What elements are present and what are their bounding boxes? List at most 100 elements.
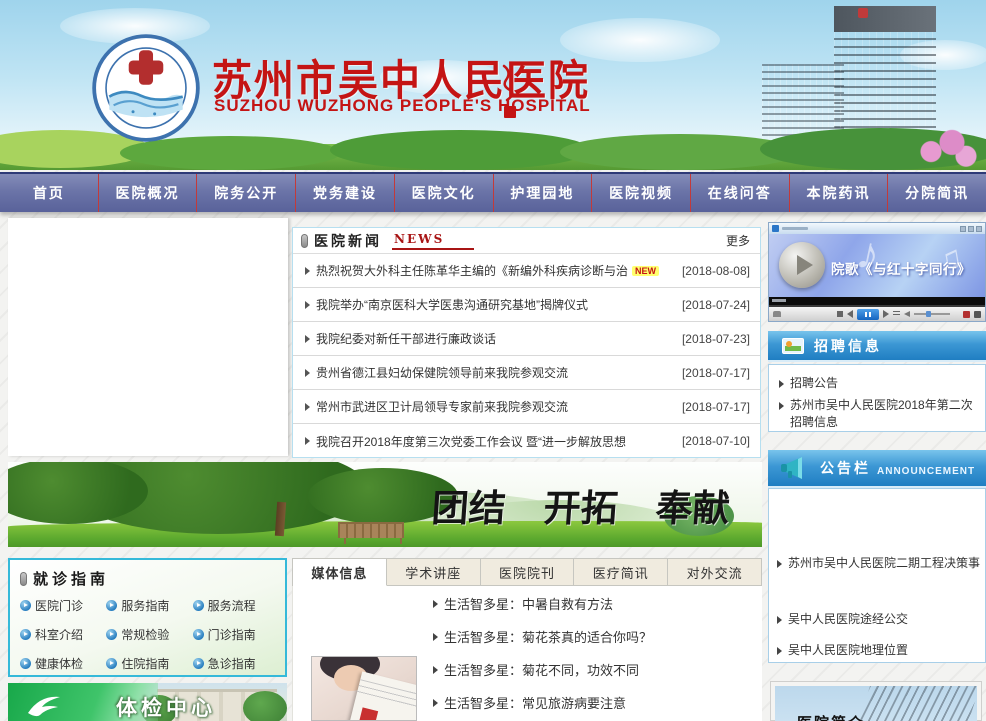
news-item[interactable]: 常州市武进区卫计局领导专家前来我院参观交流 [2018-07-17] — [293, 390, 760, 424]
arrow-bullet-icon — [779, 380, 784, 388]
nav-item-party[interactable]: 党务建设 — [296, 174, 395, 212]
visit-guide-links: 医院门诊 服务指南 服务流程 科室介绍 常规检验 门诊指南 健康体检 住院指南 … — [20, 597, 279, 672]
tab-media-info[interactable]: 媒体信息 — [293, 559, 387, 586]
guide-link[interactable]: 常规检验 — [106, 626, 192, 643]
media-article[interactable]: 生活智多星：中暑自救有方法 — [433, 594, 756, 613]
guide-link[interactable]: 急诊指南 — [193, 655, 279, 672]
announcement-panel: 苏州市吴中人民医院二期工程决策事 吴中人民医院途经公交 吴中人民医院地理位置 — [768, 488, 986, 663]
nav-item-affairs[interactable]: 院务公开 — [197, 174, 296, 212]
recruitment-panel: 招聘公告 苏州市吴中人民医院2018年第二次招聘信息 — [768, 364, 986, 432]
nav-item-video[interactable]: 医院视频 — [592, 174, 691, 212]
media-tab-content: 生活智多星：中暑自救有方法 生活智多星：菊花茶真的适合你吗？ 生活智多星：菊花不… — [292, 586, 762, 721]
news-date: [2018-07-17] — [674, 366, 750, 380]
recruitment-item[interactable]: 苏州市吴中人民医院2018年第二次招聘信息 — [779, 397, 977, 431]
news-date: [2018-07-24] — [674, 298, 750, 312]
media-article[interactable]: 生活智多星：常见旅游病要注意 — [433, 693, 756, 712]
bird-logo-icon — [24, 691, 64, 721]
hospital-name-en: SUZHOU WUZHONG PEOPLE'S HOSPITAL — [214, 96, 591, 116]
sphere-bullet-icon — [106, 658, 117, 669]
nav-item-branch[interactable]: 分院简讯 — [888, 174, 986, 212]
hospital-intro-card[interactable]: 医院简介 — [770, 681, 982, 721]
new-badge: NEW — [632, 266, 659, 276]
minimize-icon[interactable] — [960, 226, 966, 232]
sphere-bullet-icon — [20, 629, 31, 640]
favorite-icon[interactable] — [773, 311, 781, 317]
guide-link[interactable]: 医院门诊 — [20, 597, 106, 614]
announcement-header: 公告栏 ANNOUNCEMENT — [768, 450, 986, 488]
arrow-bullet-icon — [777, 647, 782, 655]
sphere-bullet-icon — [20, 658, 31, 669]
announcement-item[interactable]: 苏州市吴中人民医院二期工程决策事 — [777, 555, 981, 572]
arrow-bullet-icon — [433, 666, 438, 674]
news-item[interactable]: 我院召开2018年度第三次党委工作会议 暨“进一步解放思想 [2018-07-1… — [293, 424, 760, 458]
tab-exchange[interactable]: 对外交流 — [668, 559, 761, 585]
hospital-logo — [92, 34, 200, 142]
volume-icon[interactable] — [904, 311, 910, 317]
news-more-link[interactable]: 更多 — [726, 232, 750, 249]
recruitment-title: 招聘信息 — [814, 336, 882, 356]
stop-icon[interactable] — [837, 311, 843, 317]
nav-item-pharmacy[interactable]: 本院药讯 — [790, 174, 889, 212]
guide-link[interactable]: 门诊指南 — [193, 626, 279, 643]
volume-slider[interactable] — [914, 313, 950, 315]
sphere-bullet-icon — [193, 658, 204, 669]
sphere-bullet-icon — [106, 629, 117, 640]
video-caption: 院歌《与红十字同行》 — [831, 258, 971, 278]
guide-link[interactable]: 服务指南 — [106, 597, 192, 614]
close-icon[interactable] — [976, 226, 982, 232]
media-article-list: 生活智多星：中暑自救有方法 生活智多星：菊花茶真的适合你吗？ 生活智多星：菊花不… — [433, 594, 756, 712]
tab-lectures[interactable]: 学术讲座 — [387, 559, 481, 585]
slogan-text: 团结 开拓 奉献 — [432, 478, 730, 532]
hospital-intro-image: 医院简介 — [775, 686, 977, 721]
recruitment-icon — [782, 338, 804, 354]
arrow-bullet-icon — [305, 437, 310, 445]
next-icon[interactable] — [883, 310, 889, 318]
nav-item-culture[interactable]: 医院文化 — [395, 174, 494, 212]
play-button[interactable] — [779, 242, 825, 288]
news-item[interactable]: 我院举办“南京医科大学医患沟通研究基地”揭牌仪式 [2018-07-24] — [293, 288, 760, 322]
nav-item-qa[interactable]: 在线问答 — [691, 174, 790, 212]
tab-journal[interactable]: 医院院刊 — [481, 559, 575, 585]
media-photo — [311, 656, 417, 721]
left-banner-placeholder — [8, 218, 288, 456]
guide-link[interactable]: 住院指南 — [106, 655, 192, 672]
media-tabs: 媒体信息 学术讲座 医院院刊 医疗简讯 对外交流 — [292, 558, 762, 586]
tab-briefs[interactable]: 医疗简讯 — [574, 559, 668, 585]
news-item[interactable]: 贵州省德江县妇幼保健院领导前来我院参观交流 [2018-07-17] — [293, 356, 760, 390]
playlist-icon[interactable] — [893, 311, 900, 317]
media-article[interactable]: 生活智多星：菊花不同，功效不同 — [433, 660, 756, 679]
nav-item-nursing[interactable]: 护理园地 — [494, 174, 593, 212]
previous-icon[interactable] — [847, 310, 853, 318]
bench-decoration — [338, 522, 404, 538]
news-item[interactable]: 热烈祝贺大外科主任陈革华主编的《新编外科疾病诊断与治 NEW [2018-08-… — [293, 254, 760, 288]
pause-button[interactable] — [857, 309, 879, 320]
news-item[interactable]: 我院纪委对新任干部进行廉政谈话 [2018-07-23] — [293, 322, 760, 356]
arrow-bullet-icon — [779, 402, 784, 410]
arrow-bullet-icon — [305, 335, 310, 343]
announcement-item[interactable]: 吴中人民医院途经公交 — [777, 611, 981, 628]
checkup-center-banner[interactable]: 体检中心 — [8, 683, 287, 721]
nav-item-home[interactable]: 首页 — [0, 174, 99, 212]
record-icon[interactable] — [963, 311, 970, 318]
recruitment-item[interactable]: 招聘公告 — [779, 375, 977, 392]
news-date: [2018-08-08] — [674, 264, 750, 278]
media-article[interactable]: 生活智多星：菊花茶真的适合你吗？ — [433, 627, 756, 646]
maximize-icon[interactable] — [968, 226, 974, 232]
arrow-bullet-icon — [305, 301, 310, 309]
arrow-bullet-icon — [433, 600, 438, 608]
bullet-capsule-icon — [20, 572, 27, 586]
arrow-bullet-icon — [777, 616, 782, 624]
guide-link[interactable]: 健康体检 — [20, 655, 106, 672]
guide-link[interactable]: 科室介绍 — [20, 626, 106, 643]
announcement-item[interactable]: 吴中人民医院地理位置 — [777, 642, 981, 659]
player-progress-bar[interactable] — [769, 297, 985, 307]
flower-decoration — [910, 124, 980, 170]
media-panel: 媒体信息 学术讲座 医院院刊 医疗简讯 对外交流 生活智多星：中暑自救有方法 生… — [292, 558, 762, 721]
nav-item-overview[interactable]: 医院概况 — [99, 174, 198, 212]
player-titlebar — [769, 223, 985, 234]
announcement-title-en: ANNOUNCEMENT — [877, 466, 975, 477]
news-date: [2018-07-10] — [674, 434, 750, 448]
checkup-center-label: 体检中心 — [116, 692, 216, 721]
guide-link[interactable]: 服务流程 — [193, 597, 279, 614]
settings-icon[interactable] — [974, 311, 981, 318]
